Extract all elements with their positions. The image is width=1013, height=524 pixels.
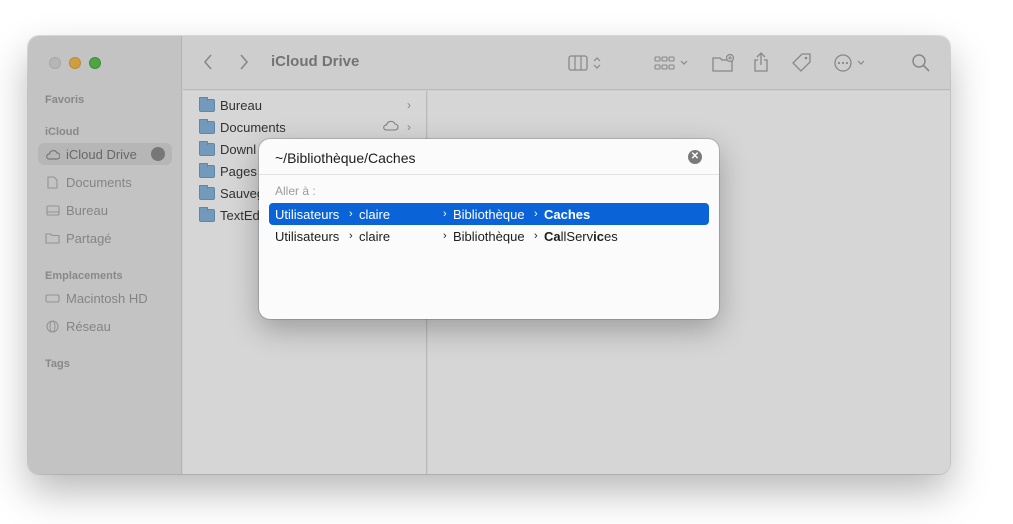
path-part: Utilisateurs xyxy=(275,229,340,244)
chevron-right-icon xyxy=(239,54,249,75)
file-row-documents[interactable]: Documents › xyxy=(199,117,411,137)
sidebar-section-favorites: Favoris xyxy=(45,94,85,106)
new-folder-button[interactable] xyxy=(711,53,735,77)
divider xyxy=(259,174,719,175)
zoom-button[interactable] xyxy=(89,57,101,69)
sidebar-item-label: iCloud Drive xyxy=(66,146,137,162)
folder-icon xyxy=(199,184,215,200)
sidebar-item-icloud-drive[interactable]: iCloud Drive xyxy=(38,143,172,165)
path-part: Utilisateurs xyxy=(275,207,340,222)
share-button[interactable] xyxy=(753,52,769,76)
path-part: claire xyxy=(359,229,391,244)
path-part: Bibliothèque xyxy=(453,207,525,222)
sidebar-item-macintosh-hd[interactable]: Macintosh HD xyxy=(45,287,148,309)
match-rest: es xyxy=(603,229,618,244)
sidebar-item-label: Partagé xyxy=(66,230,112,246)
path-input[interactable] xyxy=(275,148,675,168)
clear-button[interactable]: ✕ xyxy=(688,150,702,164)
actions-menu-button[interactable] xyxy=(833,53,869,77)
sidebar: Favoris iCloud iCloud Drive Documents Bu… xyxy=(28,36,182,474)
cloud-icon xyxy=(45,148,60,161)
match-highlight: ic xyxy=(593,229,604,244)
disk-icon xyxy=(45,292,60,305)
close-icon: ✕ xyxy=(690,151,700,162)
sidebar-item-label: Macintosh HD xyxy=(66,290,148,306)
sidebar-item-label: Réseau xyxy=(66,318,111,334)
toolbar: iCloud Drive xyxy=(183,36,950,90)
path-part: claire xyxy=(359,207,391,222)
chevron-right-icon: › xyxy=(443,230,447,242)
cloud-icon xyxy=(382,120,399,134)
sidebar-item-bureau[interactable]: Bureau xyxy=(45,199,108,221)
sidebar-section-tags: Tags xyxy=(45,358,70,370)
folder-icon xyxy=(199,162,215,178)
network-icon xyxy=(45,319,60,333)
chevron-right-icon: › xyxy=(534,230,538,242)
path-part-match: CallServices xyxy=(544,229,618,244)
desktop-icon xyxy=(45,204,60,217)
shared-folder-icon xyxy=(45,232,60,245)
sidebar-item-label: Bureau xyxy=(66,202,108,218)
folder-icon xyxy=(199,118,215,134)
go-to-folder-dialog: ✕ Aller à : Utilisateurs › claire › Bibl… xyxy=(259,139,719,319)
file-row-bureau[interactable]: Bureau › xyxy=(199,95,411,115)
window-controls xyxy=(49,57,101,69)
file-name: Downl xyxy=(220,141,257,157)
view-mode-button[interactable] xyxy=(568,54,604,76)
chevron-right-icon: › xyxy=(534,208,538,220)
file-name: Bureau xyxy=(220,97,262,113)
more-icon xyxy=(833,54,869,77)
sidebar-section-locations: Emplacements xyxy=(45,270,123,282)
goto-label: Aller à : xyxy=(275,184,316,198)
match-highlight: Ca xyxy=(544,229,561,244)
chevron-right-icon: › xyxy=(349,230,353,242)
file-name: Documents xyxy=(220,119,286,135)
suggestion-row[interactable]: Utilisateurs › claire › Bibliothèque › C… xyxy=(269,225,709,247)
tag-icon xyxy=(791,53,813,78)
file-name: TextEd xyxy=(220,207,260,223)
chevron-right-icon: › xyxy=(349,208,353,220)
sidebar-item-partage[interactable]: Partagé xyxy=(45,227,112,249)
minimize-button[interactable] xyxy=(69,57,81,69)
folder-icon xyxy=(199,96,215,112)
file-name: Pages xyxy=(220,163,257,179)
columns-view-icon xyxy=(568,55,604,76)
grid-icon xyxy=(654,56,690,76)
sync-progress-icon xyxy=(151,147,165,161)
chevron-right-icon: › xyxy=(443,208,447,220)
chevron-left-icon xyxy=(203,54,213,75)
match-rest: llServ xyxy=(560,229,594,244)
search-button[interactable] xyxy=(911,53,931,77)
path-part: Caches xyxy=(544,207,591,222)
close-button[interactable] xyxy=(49,57,61,69)
window-title: iCloud Drive xyxy=(271,53,360,70)
suggestion-row[interactable]: Utilisateurs › claire › Bibliothèque › C… xyxy=(269,203,709,225)
folder-add-icon xyxy=(711,53,735,77)
document-icon xyxy=(45,175,60,189)
group-by-button[interactable] xyxy=(654,54,690,76)
chevron-right-icon: › xyxy=(407,98,411,112)
folder-icon xyxy=(199,206,215,222)
back-button[interactable] xyxy=(203,53,213,75)
path-part: Bibliothèque xyxy=(453,229,525,244)
sidebar-item-label: Documents xyxy=(66,174,132,190)
chevron-right-icon: › xyxy=(407,120,411,134)
folder-icon xyxy=(199,140,215,156)
sidebar-item-reseau[interactable]: Réseau xyxy=(45,315,111,337)
sidebar-item-documents[interactable]: Documents xyxy=(45,171,132,193)
search-icon xyxy=(911,54,931,77)
forward-button[interactable] xyxy=(239,53,249,75)
share-icon xyxy=(753,52,769,76)
sidebar-section-icloud: iCloud xyxy=(45,126,80,138)
tags-button[interactable] xyxy=(791,52,813,78)
file-name: Sauveg xyxy=(220,185,265,201)
